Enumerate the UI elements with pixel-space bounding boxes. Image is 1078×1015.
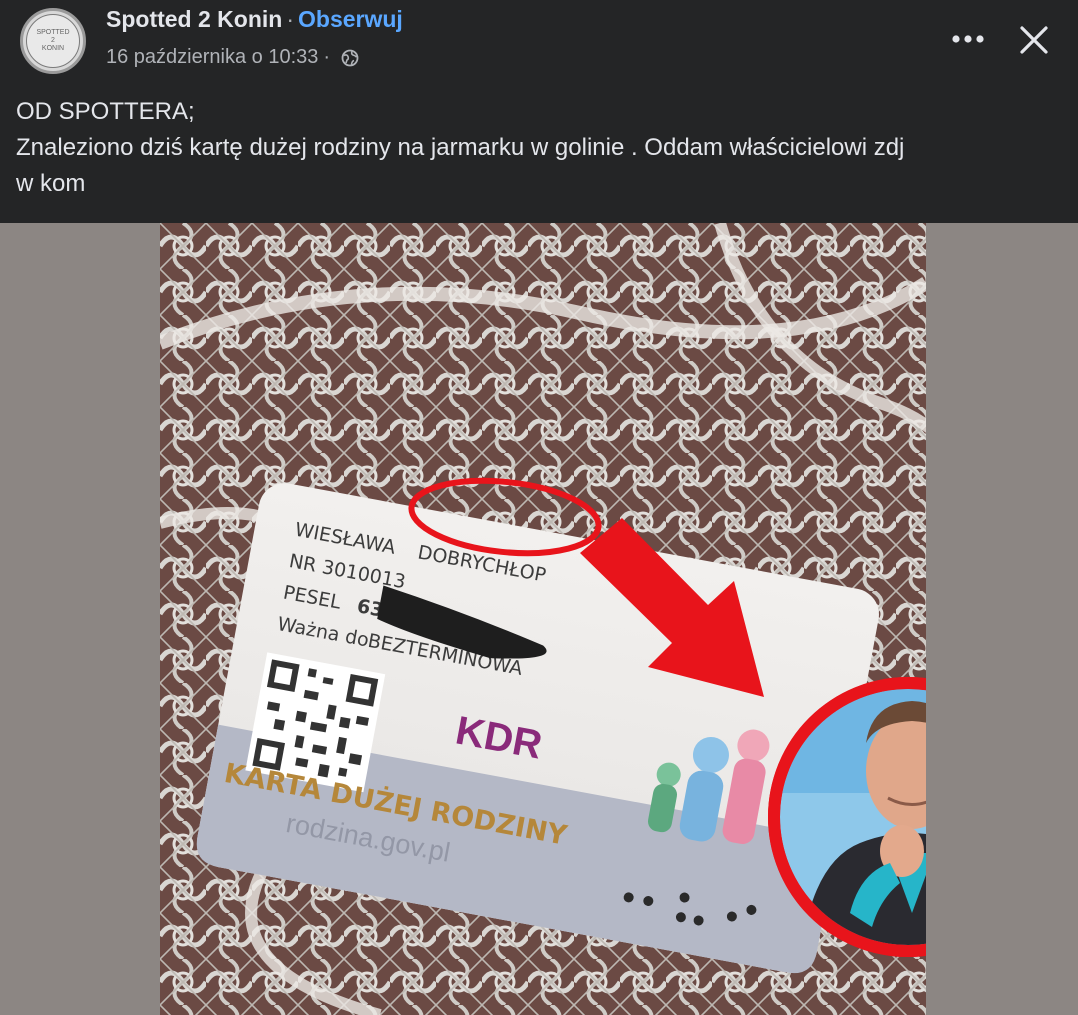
post-photo[interactable]: WIESŁAWA DOBRYCHŁOP NR 3010013 PESEL 631… (160, 223, 926, 1015)
globe-icon (341, 49, 359, 67)
close-button[interactable] (1012, 18, 1056, 62)
post-line-1: OD SPOTTERA; (16, 98, 195, 125)
header-separator: · (286, 6, 294, 32)
avatar-text-3: KONIN (41, 45, 65, 52)
post-line-2: Znaleziono dziś kartę dużej rodziny na j… (16, 134, 905, 161)
post-media-area: WIESŁAWA DOBRYCHŁOP NR 3010013 PESEL 631… (0, 223, 1078, 1015)
avatar-logo: SPOTTED 2 KONIN (26, 14, 80, 68)
close-icon (1020, 26, 1048, 54)
meta-separator: · (323, 46, 331, 68)
photo-illustration: WIESŁAWA DOBRYCHŁOP NR 3010013 PESEL 631… (160, 223, 926, 1015)
follow-button[interactable]: Obserwuj (298, 6, 403, 32)
post-meta: 16 października o 10:33 · (106, 46, 359, 69)
page-name-link[interactable]: Spotted 2 Konin (106, 6, 282, 32)
post-dialog: SPOTTED 2 KONIN Spotted 2 Konin · Obserwuj… (0, 0, 1078, 1015)
avatar-text-1: SPOTTED (36, 29, 70, 36)
post-line-3: w kom (16, 170, 86, 197)
post-message: OD SPOTTERA; Znaleziono dziś kartę dużej… (16, 94, 1066, 202)
more-options-button[interactable] (946, 22, 990, 56)
more-horizontal-icon (952, 35, 984, 43)
post-header-title: Spotted 2 Konin · Obserwuj (106, 6, 403, 33)
avatar-text-2: 2 (51, 37, 55, 44)
page-avatar[interactable]: SPOTTED 2 KONIN (20, 8, 86, 74)
post-timestamp[interactable]: 16 października o 10:33 (106, 46, 318, 69)
